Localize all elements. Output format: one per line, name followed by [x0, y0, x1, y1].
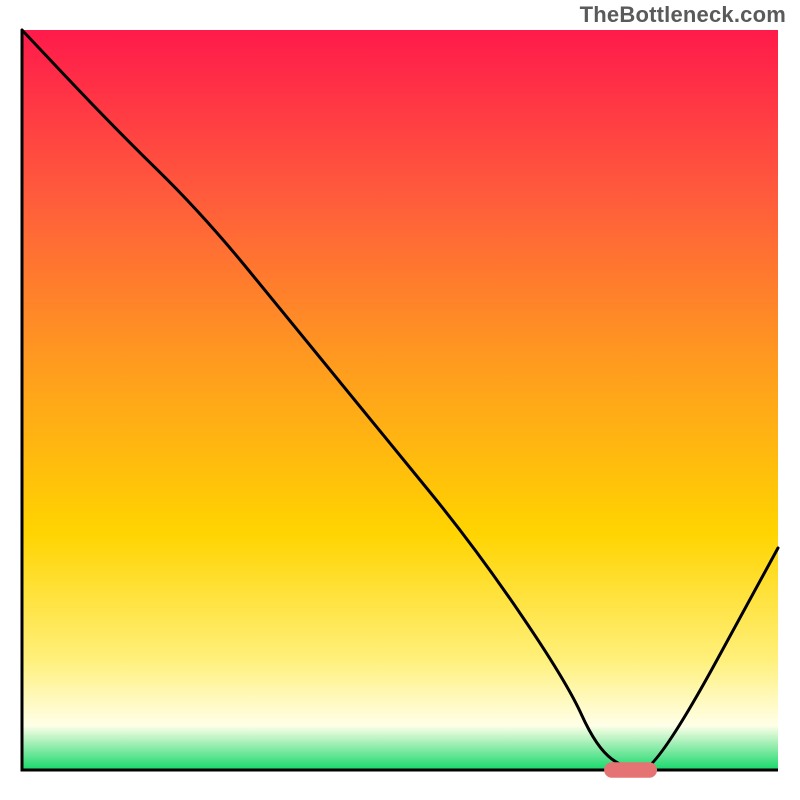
chart-container: TheBottleneck.com [0, 0, 800, 800]
bottleneck-chart [0, 0, 800, 800]
gradient-background [22, 30, 778, 770]
optimal-marker [604, 762, 657, 778]
watermark-label: TheBottleneck.com [580, 2, 786, 28]
